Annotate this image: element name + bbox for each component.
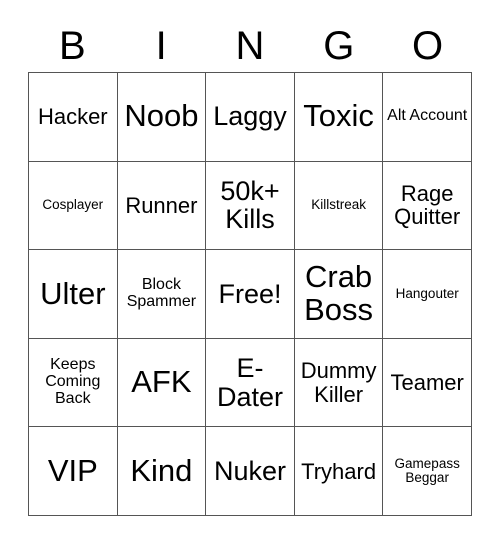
bingo-header: B I N G O <box>28 22 472 70</box>
bingo-cell-label: Ulter <box>40 275 106 311</box>
bingo-header-letter-n: N <box>235 24 265 68</box>
bingo-grid: Hacker Noob Laggy Toxic Alt Account Cosplayer… <box>28 72 472 516</box>
bingo-header-letter-i: I <box>155 24 167 68</box>
bingo-cell-r4-c4[interactable]: Dummy Killer <box>294 338 384 428</box>
bingo-cell-label: Nuker <box>213 455 286 486</box>
bingo-cell-r4-c5[interactable]: Teamer <box>383 338 472 428</box>
bingo-cell-r2-c3[interactable]: 50k+ Kills <box>206 161 295 251</box>
bingo-cell-label: E-Dater <box>216 352 283 412</box>
bingo-header-letter-g: G <box>323 24 355 68</box>
bingo-cell-r3-c1[interactable]: Ulter <box>29 250 118 339</box>
bingo-cell-label: Dummy Killer <box>300 358 377 407</box>
bingo-cell-r5-c5[interactable]: Gamepass Beggar <box>383 427 472 516</box>
bingo-cell-r3-c5[interactable]: Hangouter <box>383 250 472 339</box>
bingo-cell-r1-c4[interactable]: Toxic <box>294 73 384 162</box>
bingo-cell-label: Free! <box>218 278 282 309</box>
bingo-cell-r5-c1[interactable]: VIP <box>29 427 118 516</box>
bingo-cell-label: Keeps Coming Back <box>45 356 101 408</box>
bingo-cell-label: Rage Quitter <box>394 181 461 230</box>
bingo-header-letter-b: B <box>59 24 86 68</box>
bingo-cell-r3-c2[interactable]: Block Spammer <box>117 250 207 339</box>
bingo-cell-label: Hacker <box>37 104 108 130</box>
bingo-cell-label: Tryhard <box>301 458 377 484</box>
bingo-cell-r5-c2[interactable]: Kind <box>117 427 207 516</box>
bingo-cell-r4-c2[interactable]: AFK <box>117 338 207 428</box>
bingo-cell-r1-c1[interactable]: Hacker <box>29 73 118 162</box>
bingo-cell-r3-c4[interactable]: Crab Boss <box>294 250 384 339</box>
bingo-cell-label: 50k+ Kills <box>220 175 280 235</box>
bingo-cell-label: AFK <box>131 364 192 400</box>
bingo-cell-label: Runner <box>125 192 198 218</box>
bingo-cell-label: Gamepass Beggar <box>394 455 460 486</box>
bingo-cell-r4-c3[interactable]: E-Dater <box>206 338 295 428</box>
bingo-cell-label: Killstreak <box>311 197 366 213</box>
bingo-cell-r1-c2[interactable]: Noob <box>117 73 207 162</box>
bingo-cell-label: Crab Boss <box>304 259 374 327</box>
bingo-cell-label: Cosplayer <box>42 197 104 213</box>
bingo-cell-label: Toxic <box>303 98 374 134</box>
bingo-cell-label: Hangouter <box>395 285 459 301</box>
bingo-cell-label: Teamer <box>390 369 464 395</box>
bingo-cell-label: Kind <box>130 452 193 488</box>
bingo-cell-r5-c4[interactable]: Tryhard <box>294 427 384 516</box>
bingo-cell-label: Noob <box>124 98 199 134</box>
bingo-cell-r2-c4[interactable]: Killstreak <box>294 161 384 251</box>
bingo-cell-label: Alt Account <box>387 107 468 125</box>
bingo-cell-r2-c2[interactable]: Runner <box>117 161 207 251</box>
bingo-card: B I N G O Hacker Noob Laggy Toxic Alt Accoun… <box>0 0 500 544</box>
bingo-cell-label: Laggy <box>213 101 287 132</box>
bingo-cell-label: VIP <box>47 452 98 488</box>
bingo-cell-r2-c5[interactable]: Rage Quitter <box>383 161 472 251</box>
bingo-cell-r3-c3[interactable]: Free! <box>206 250 295 339</box>
bingo-cell-r1-c5[interactable]: Alt Account <box>383 73 472 162</box>
bingo-cell-r2-c1[interactable]: Cosplayer <box>29 161 118 251</box>
bingo-header-letter-o: O <box>412 24 444 68</box>
bingo-cell-label: Block Spammer <box>126 276 197 310</box>
bingo-cell-r1-c3[interactable]: Laggy <box>206 73 295 162</box>
bingo-cell-r5-c3[interactable]: Nuker <box>206 427 295 516</box>
bingo-cell-r4-c1[interactable]: Keeps Coming Back <box>29 338 118 428</box>
